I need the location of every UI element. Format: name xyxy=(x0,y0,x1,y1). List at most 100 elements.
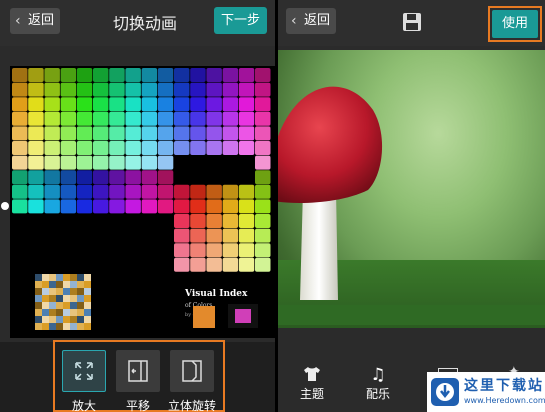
mosaic-pixel xyxy=(63,281,70,288)
next-button[interactable]: 下一步 xyxy=(214,7,267,34)
color-swatch xyxy=(12,126,28,141)
back-button[interactable]: ‹ 返回 xyxy=(286,8,336,34)
color-swatch xyxy=(157,199,174,214)
preview-panel: ‹ 返回 使用 主题 ♫ 配乐 xyxy=(278,0,545,412)
color-swatch xyxy=(60,82,77,97)
color-swatch xyxy=(206,126,222,141)
color-swatch xyxy=(28,68,44,82)
color-swatch xyxy=(157,155,174,170)
orange-swatch xyxy=(193,306,215,328)
color-swatch xyxy=(125,126,141,141)
mosaic-pixel xyxy=(56,288,63,295)
mosaic-pixel xyxy=(77,323,84,330)
mosaic-pixel xyxy=(56,316,63,323)
color-swatch xyxy=(93,170,109,185)
mosaic-pixel xyxy=(70,274,77,281)
color-swatch xyxy=(28,170,44,185)
mosaic-pixel xyxy=(49,288,56,295)
color-swatch xyxy=(174,228,190,243)
page-title: 切换动画 xyxy=(112,14,177,33)
color-swatch xyxy=(255,97,271,112)
color-swatch xyxy=(12,184,28,199)
mosaic-pixel xyxy=(77,309,84,316)
option-slide[interactable] xyxy=(116,350,160,392)
color-swatch xyxy=(190,184,206,199)
mosaic-pixel xyxy=(77,302,84,309)
color-swatch xyxy=(141,68,158,82)
color-swatch xyxy=(238,141,255,155)
mosaic-pixel xyxy=(35,309,42,316)
mosaic-pixel xyxy=(35,295,42,302)
color-swatch xyxy=(125,170,141,185)
mosaic-pixel xyxy=(42,281,49,288)
tool-music-label: 配乐 xyxy=(365,387,390,401)
mosaic-pixel xyxy=(56,295,63,302)
color-swatch xyxy=(76,68,93,82)
color-swatch xyxy=(93,82,109,97)
watermark-name: 这里下载站 xyxy=(464,378,544,394)
mosaic-pixel xyxy=(70,288,77,295)
color-swatch xyxy=(174,111,190,126)
mosaic-pixel xyxy=(84,302,91,309)
mosaic-pixel xyxy=(35,281,42,288)
color-swatch xyxy=(125,155,141,170)
tool-theme[interactable]: 主题 xyxy=(292,365,332,402)
tool-music[interactable]: ♫ 配乐 xyxy=(358,365,398,402)
save-icon[interactable] xyxy=(402,12,422,32)
color-swatch xyxy=(206,243,222,258)
color-swatch xyxy=(238,214,255,228)
use-button[interactable]: 使用 xyxy=(492,10,538,38)
color-swatch xyxy=(76,184,93,199)
mosaic-pixel xyxy=(77,295,84,302)
mosaic-pixel xyxy=(35,302,42,309)
color-swatch xyxy=(28,199,44,214)
mosaic-pixel xyxy=(70,302,77,309)
color-swatch xyxy=(238,126,255,141)
color-swatch xyxy=(157,126,174,141)
color-swatch xyxy=(255,184,271,199)
mosaic-pixel xyxy=(35,323,42,330)
color-swatch xyxy=(255,199,271,214)
mosaic-pixel xyxy=(42,323,49,330)
chevron-left-icon: ‹ xyxy=(15,13,21,29)
color-swatch xyxy=(44,82,60,97)
color-swatch xyxy=(190,126,206,141)
color-swatch xyxy=(141,97,158,112)
mosaic-pixel xyxy=(49,295,56,302)
mosaic-pixel xyxy=(63,295,70,302)
color-swatch xyxy=(60,170,77,185)
color-swatch xyxy=(93,155,109,170)
color-swatch xyxy=(12,141,28,155)
color-swatch xyxy=(60,141,77,155)
color-swatch xyxy=(255,214,271,228)
color-swatch xyxy=(44,68,60,82)
color-swatch xyxy=(255,257,271,272)
color-swatch xyxy=(206,82,222,97)
mosaic-pixel xyxy=(42,274,49,281)
mosaic-pixel xyxy=(42,316,49,323)
mosaic-pixel xyxy=(70,281,77,288)
color-swatch xyxy=(190,228,206,243)
color-swatch xyxy=(125,68,141,82)
color-swatch xyxy=(76,82,93,97)
color-swatch xyxy=(157,170,174,185)
rainbow-sample-center xyxy=(235,309,251,323)
color-swatch xyxy=(141,170,158,185)
color-swatch xyxy=(93,199,109,214)
tool-theme-label: 主题 xyxy=(299,387,324,401)
option-zoom[interactable] xyxy=(62,350,106,392)
color-swatch xyxy=(222,199,239,214)
back-label: 返回 xyxy=(27,13,54,28)
color-swatch xyxy=(238,97,255,112)
color-swatch xyxy=(93,184,109,199)
color-swatch xyxy=(125,184,141,199)
color-swatch xyxy=(190,243,206,258)
mosaic-pixel xyxy=(56,309,63,316)
color-swatch xyxy=(222,243,239,258)
color-swatch xyxy=(12,97,28,112)
back-button[interactable]: ‹ 返回 xyxy=(10,8,60,34)
option-3d-rotate[interactable] xyxy=(170,350,214,392)
color-swatch xyxy=(238,228,255,243)
mosaic-pixel xyxy=(35,274,42,281)
color-swatch xyxy=(93,97,109,112)
